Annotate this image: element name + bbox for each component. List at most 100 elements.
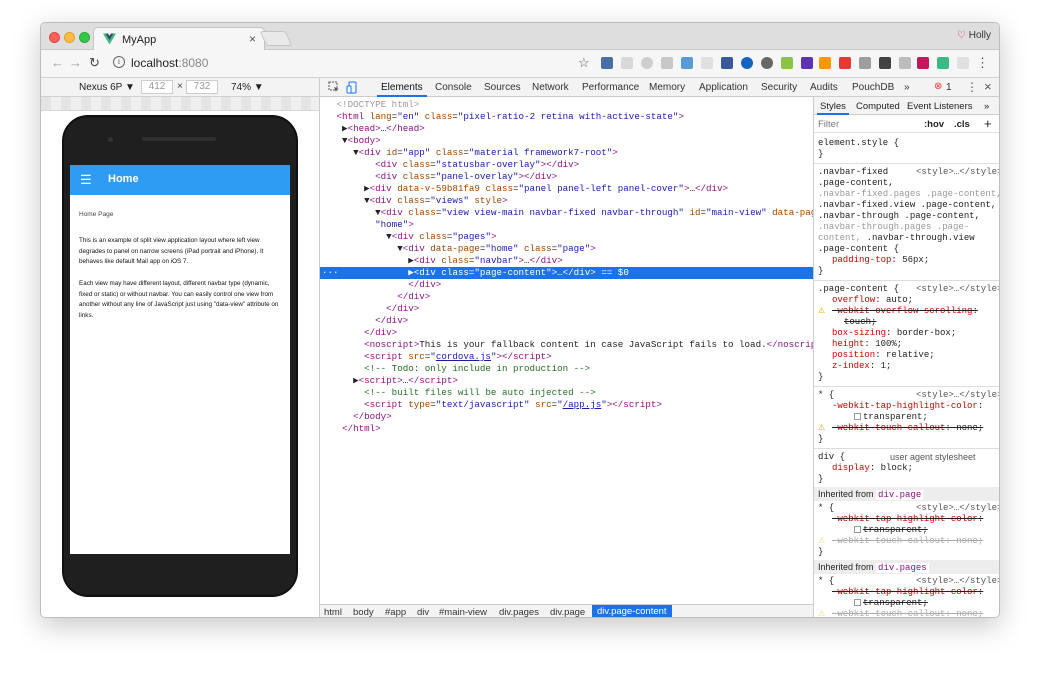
dom-line[interactable]: <noscript>This is your fallback content … [320,339,813,351]
css-declaration[interactable]: height: 100%; [832,339,902,350]
extension-icon[interactable] [721,57,733,69]
css-rule-line[interactable]: div {user agent stylesheet [818,452,976,463]
extension-icon[interactable] [839,57,851,69]
tab-elements[interactable]: Elements [377,82,427,97]
dom-line[interactable]: <!-- Todo: only include in production --… [320,363,813,375]
inherited-selector[interactable]: div.page [876,490,924,500]
dom-line[interactable]: <!DOCTYPE html> [320,99,813,111]
color-swatch[interactable] [854,413,861,420]
extension-icon[interactable] [601,57,613,69]
dom-line[interactable]: ▼<div class="pages"> [320,231,813,243]
tab-application[interactable]: Application [699,82,748,93]
tab-security[interactable]: Security [761,82,797,93]
crumb-html[interactable]: html [324,607,342,617]
close-window-button[interactable] [49,32,60,43]
dom-line[interactable]: </html> [320,423,813,435]
dom-line[interactable]: ▶<head>…</head> [320,123,813,135]
extension-icon[interactable] [819,57,831,69]
device-select[interactable]: Nexus 6P ▼ [79,82,135,93]
color-swatch[interactable] [854,599,861,606]
dom-line[interactable]: <html lang="en" class="pixel-ratio-2 ret… [320,111,813,123]
hov-toggle[interactable]: :hov [924,119,944,130]
css-rule-line[interactable]: * {<style>…</style> [818,390,999,401]
css-rule-line[interactable]: .page-content, [818,178,894,189]
dom-line[interactable]: <div class="statusbar-overlay"></div> [320,159,813,171]
extension-icon[interactable] [621,57,633,69]
css-declaration[interactable]: -webkit-overflow-scrolling: [832,306,978,317]
extension-icon[interactable] [859,57,871,69]
extension-icon[interactable] [899,57,911,69]
tab-close-icon[interactable]: × [249,32,256,46]
css-rule-line[interactable]: .page-content { [818,244,899,255]
dom-line[interactable]: </div> [320,291,813,303]
maximize-window-button[interactable] [79,32,90,43]
tab-performance[interactable]: Performance [582,82,639,93]
device-height-input[interactable]: 732 [186,80,218,94]
info-icon[interactable]: i [113,56,125,68]
extension-icon[interactable] [801,57,813,69]
css-declaration[interactable]: z-index: 1; [832,361,891,372]
css-declaration[interactable]: overflow: auto; [832,295,913,306]
dom-line-selected[interactable]: ··· ▶<div class="page-content">…</div> =… [320,267,813,279]
dom-line[interactable]: "home"> [320,219,813,231]
extension-icon[interactable] [741,57,753,69]
extension-icon[interactable] [957,57,969,69]
css-declaration[interactable]: -webkit-touch-callout: none; [832,536,983,547]
tab-computed[interactable]: Computed [856,101,900,112]
device-toggle-icon[interactable] [346,81,358,94]
css-declaration[interactable]: -webkit-touch-callout: none; [832,609,983,617]
css-rule-line[interactable]: .navbar-fixed.pages .page-content, [818,189,999,200]
dom-line[interactable]: ▼<div class="views" style> [320,195,813,207]
url-input[interactable]: i localhost:8080 [111,54,589,74]
minimize-window-button[interactable] [64,32,75,43]
crumb-main-view[interactable]: #main-view [439,607,487,617]
tab-audits[interactable]: Audits [810,82,838,93]
extension-icon[interactable] [781,57,793,69]
dom-line[interactable]: ▼<body> [320,135,813,147]
css-declaration[interactable]: transparent; [854,598,928,609]
filter-input[interactable]: Filter [818,119,839,130]
crumb-div-page[interactable]: div.page [550,607,585,617]
dom-line[interactable]: </div> [320,279,813,291]
zoom-select[interactable]: 74% ▼ [231,82,264,93]
tab-console[interactable]: Console [435,82,472,93]
forward-icon[interactable]: → [69,55,82,70]
extension-icon[interactable] [661,57,673,69]
css-declaration[interactable]: -webkit-tap-highlight-color: [832,401,983,412]
dom-line[interactable]: <script src="cordova.js"></script> [320,351,813,363]
add-rule-button[interactable]: + [984,116,992,131]
tab-sources[interactable]: Sources [484,82,521,93]
css-declaration[interactable]: box-sizing: border-box; [832,328,956,339]
reload-icon[interactable]: ↻ [89,55,100,71]
css-declaration[interactable]: touch; [844,317,876,328]
dom-line[interactable]: </div> [320,327,813,339]
css-rule-line[interactable]: .navbar-fixed <style>…</style> [818,167,999,178]
crumb-div-page-content[interactable]: div.page-content [592,605,672,617]
color-swatch[interactable] [854,526,861,533]
css-declaration[interactable]: position: relative; [832,350,935,361]
css-rule-line[interactable]: content, .navbar-through.view [818,233,975,244]
crumb-body[interactable]: body [353,607,374,617]
dom-line[interactable]: ▶<div data-v-59b81fa9 class="panel panel… [320,183,813,195]
crumb-div-pages[interactable]: div.pages [499,607,539,617]
dom-line[interactable]: </div> [320,303,813,315]
css-declaration[interactable]: transparent; [854,412,928,423]
extension-icon[interactable] [701,57,713,69]
dom-line[interactable]: </body> [320,411,813,423]
css-declaration[interactable]: -webkit-touch-callout: none; [832,423,983,434]
dom-line[interactable]: ▶<script>…</script> [320,375,813,387]
dom-line[interactable]: ▼<div class="view view-main navbar-fixed… [320,207,813,219]
tab-network[interactable]: Network [532,82,569,93]
css-rule-line[interactable]: * {<style>…</style> [818,576,999,587]
inherited-selector[interactable]: div.pages [876,563,929,573]
crumb-app[interactable]: #app [385,607,406,617]
media-query-ruler[interactable] [41,97,319,111]
back-icon[interactable]: ← [51,55,64,70]
css-declaration[interactable]: padding-top: 56px; [832,255,929,266]
error-icon[interactable]: ⊗ [934,81,942,92]
css-rule-line[interactable]: element.style { [818,138,899,149]
css-declaration[interactable]: -webkit-tap-highlight-color: [832,514,983,525]
css-rule-line[interactable]: * {<style>…</style> [818,503,999,514]
css-rule-line[interactable]: .navbar-through.pages .page- [818,222,969,233]
extension-icon[interactable] [917,57,929,69]
